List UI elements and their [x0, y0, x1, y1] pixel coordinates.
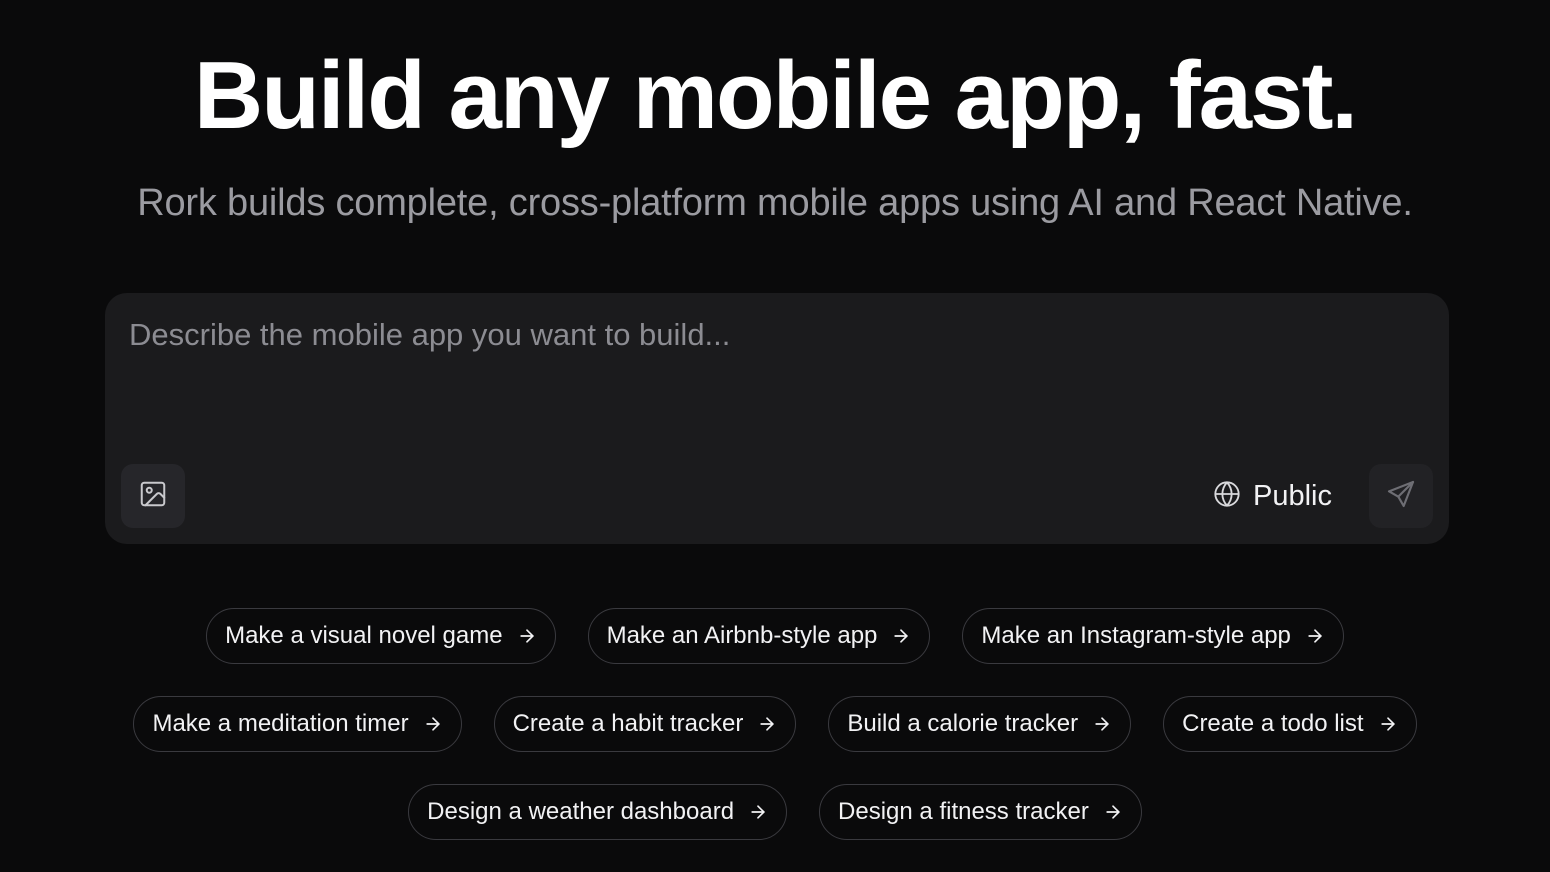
- arrow-right-icon: [891, 626, 911, 646]
- suggestion-chip[interactable]: Make an Instagram-style app: [962, 608, 1344, 664]
- suggestions-row-1: Make a visual novel game Make an Airbnb-…: [0, 608, 1550, 664]
- arrow-right-icon: [1305, 626, 1325, 646]
- suggestion-chip[interactable]: Create a habit tracker: [493, 696, 797, 752]
- arrow-right-icon: [423, 714, 443, 734]
- send-icon: [1385, 478, 1417, 515]
- suggestion-label: Design a weather dashboard: [427, 798, 735, 825]
- suggestions-row-2: Make a meditation timer Create a habit t…: [0, 696, 1550, 752]
- suggestion-label: Make an Instagram-style app: [981, 622, 1291, 649]
- suggestion-label: Create a habit tracker: [512, 710, 744, 737]
- globe-icon: [1213, 480, 1241, 513]
- suggestion-chip[interactable]: Make a visual novel game: [206, 608, 556, 664]
- page-subtitle: Rork builds complete, cross-platform mob…: [137, 182, 1413, 224]
- suggestion-label: Make an Airbnb-style app: [606, 622, 878, 649]
- suggestion-chip[interactable]: Make an Airbnb-style app: [587, 608, 931, 664]
- suggestion-label: Create a todo list: [1182, 710, 1364, 737]
- suggestion-chip[interactable]: Create a todo list: [1163, 696, 1417, 752]
- suggestion-chip[interactable]: Build a calorie tracker: [828, 696, 1132, 752]
- suggestion-label: Build a calorie tracker: [847, 710, 1079, 737]
- image-icon: [138, 479, 168, 514]
- attach-image-button[interactable]: [121, 464, 185, 528]
- send-button[interactable]: [1369, 464, 1433, 528]
- arrow-right-icon: [757, 714, 777, 734]
- visibility-toggle[interactable]: Public: [1213, 473, 1332, 519]
- suggestion-chip[interactable]: Design a weather dashboard: [408, 784, 788, 840]
- arrow-right-icon: [1092, 714, 1112, 734]
- suggestion-chip[interactable]: Design a fitness tracker: [819, 784, 1142, 840]
- visibility-label: Public: [1253, 479, 1332, 512]
- suggestion-chip[interactable]: Make a meditation timer: [133, 696, 462, 752]
- arrow-right-icon: [748, 802, 768, 822]
- prompt-input[interactable]: [129, 315, 1419, 435]
- suggestion-label: Make a meditation timer: [152, 710, 409, 737]
- suggestion-label: Make a visual novel game: [225, 622, 503, 649]
- arrow-right-icon: [517, 626, 537, 646]
- page-title: Build any mobile app, fast.: [193, 42, 1358, 149]
- arrow-right-icon: [1103, 802, 1123, 822]
- landing-page: Build any mobile app, fast. Rork builds …: [0, 0, 1550, 872]
- arrow-right-icon: [1378, 714, 1398, 734]
- suggestions-row-3: Design a weather dashboard Design a fitn…: [0, 784, 1550, 840]
- prompt-composer: Public: [105, 293, 1449, 544]
- suggestion-label: Design a fitness tracker: [838, 798, 1089, 825]
